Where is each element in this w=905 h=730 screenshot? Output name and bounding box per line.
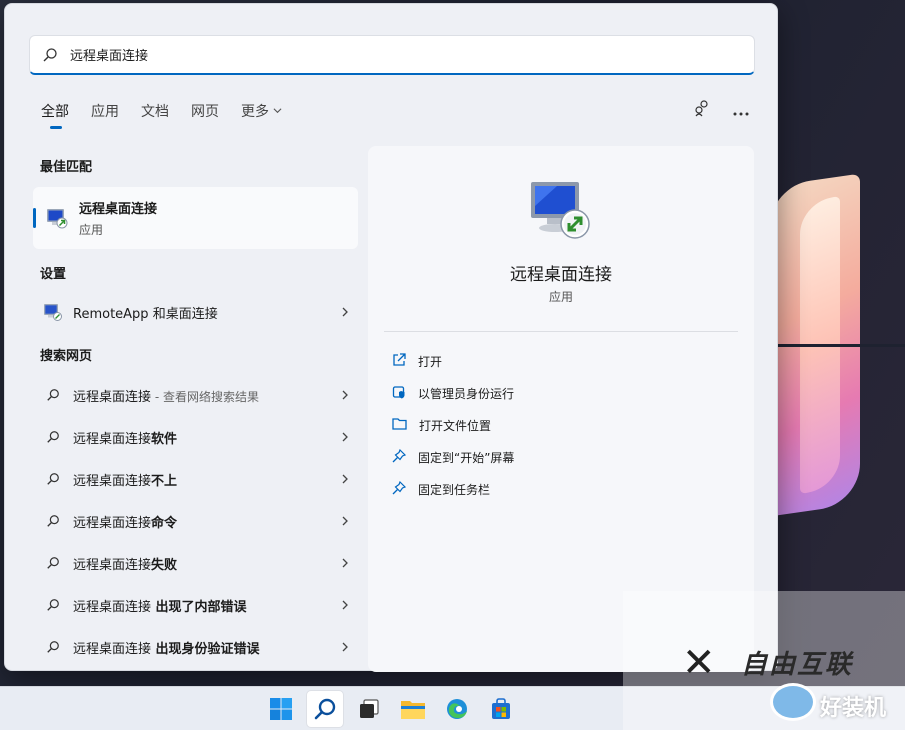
action-run-as-admin[interactable]: 以管理员身份运行 [392, 381, 514, 405]
open-external-icon [392, 352, 406, 370]
action-label: 打开 [418, 354, 443, 369]
web-result-query: 远程桌面连接 [73, 389, 152, 405]
task-view-icon[interactable] [350, 690, 388, 728]
tab-apps[interactable]: 应用 [91, 101, 119, 129]
action-pin-to-taskbar[interactable]: 固定到任务栏 [392, 477, 490, 501]
watermark-logo-icon [770, 683, 816, 721]
accounts-icon[interactable] [693, 99, 711, 121]
search-icon [33, 514, 73, 528]
best-match-item[interactable]: 远程桌面连接 应用 [33, 187, 358, 249]
shield-admin-icon [392, 385, 406, 402]
best-match-type: 应用 [79, 223, 104, 237]
chevron-right-icon [332, 600, 358, 610]
detail-app-name: 远程桌面连接 [510, 265, 612, 285]
section-settings: 设置 [40, 267, 67, 282]
remote-desktop-large-icon [527, 176, 595, 248]
web-result-suggestion: 不上 [151, 473, 178, 489]
chevron-right-icon [332, 642, 358, 652]
filter-tabs: 全部 应用 文档 网页 更多 [41, 101, 304, 129]
web-result-item[interactable]: 远程桌面连接软件 [33, 420, 358, 454]
remoteapp-icon [33, 302, 73, 322]
web-result-query: 远程桌面连接 [73, 641, 152, 657]
action-label: 固定到任务栏 [418, 482, 491, 497]
detail-app-type: 应用 [548, 290, 573, 304]
remote-desktop-icon [37, 206, 77, 230]
search-icon [33, 388, 73, 402]
pin-icon [392, 480, 407, 498]
web-result-suggestion: 出现身份验证错误 [151, 641, 260, 657]
web-result-suggestion: 软件 [151, 431, 178, 447]
web-result-item[interactable]: 远程桌面连接 出现身份验证错误 [33, 630, 358, 664]
search-input[interactable] [70, 47, 670, 62]
action-label: 固定到“开始”屏幕 [418, 450, 515, 465]
web-result-suffix: - 查看网络搜索结果 [151, 389, 259, 404]
web-result-item[interactable]: 远程桌面连接不上 [33, 462, 358, 496]
web-result-suggestion: 出现了内部错误 [151, 599, 247, 615]
pin-icon [392, 448, 407, 466]
divider [384, 331, 738, 332]
chevron-right-icon [332, 390, 358, 400]
chevron-right-icon [332, 307, 358, 317]
windows-start-icon[interactable] [262, 690, 300, 728]
chevron-right-icon [332, 516, 358, 526]
tab-documents[interactable]: 文档 [141, 101, 169, 129]
tab-label: 文档 [141, 104, 169, 120]
chevron-down-icon [273, 103, 282, 119]
web-result-query: 远程桌面连接 [73, 515, 152, 531]
more-options-icon[interactable] [733, 101, 749, 120]
action-pin-to-start[interactable]: 固定到“开始”屏幕 [392, 445, 514, 469]
web-result-item[interactable]: 远程桌面连接失败 [33, 546, 358, 580]
section-web-search: 搜索网页 [40, 349, 93, 364]
search-icon [30, 47, 70, 63]
web-result-item[interactable]: 远程桌面连接 - 查看网络搜索结果 [33, 378, 358, 412]
web-result-query: 远程桌面连接 [73, 473, 152, 489]
chevron-right-icon [332, 432, 358, 442]
settings-item-label: RemoteApp 和桌面连接 [73, 306, 218, 322]
web-result-query: 远程桌面连接 [73, 557, 152, 573]
search-icon[interactable] [306, 690, 344, 728]
watermark-text: 自由互联 [741, 650, 854, 680]
action-open[interactable]: 打开 [392, 349, 442, 373]
tab-web[interactable]: 网页 [191, 101, 219, 129]
tab-label: 更多 [241, 104, 269, 120]
action-label: 以管理员身份运行 [418, 386, 515, 401]
search-icon [33, 472, 73, 486]
file-explorer-icon[interactable] [394, 690, 432, 728]
action-open-file-location[interactable]: 打开文件位置 [392, 413, 491, 437]
wallpaper-line [778, 344, 905, 347]
tab-label: 应用 [91, 104, 119, 120]
web-result-query: 远程桌面连接 [73, 431, 152, 447]
store-icon[interactable] [482, 690, 520, 728]
chevron-right-icon [332, 474, 358, 484]
selection-indicator [33, 208, 36, 228]
web-result-item[interactable]: 远程桌面连接 出现了内部错误 [33, 588, 358, 622]
tab-label: 网页 [191, 104, 219, 120]
web-result-item[interactable]: 远程桌面连接命令 [33, 504, 358, 538]
chevron-right-icon [332, 558, 358, 568]
watermark-text-secondary: 好装机 [820, 696, 887, 721]
tab-more[interactable]: 更多 [241, 101, 282, 129]
web-result-query: 远程桌面连接 [73, 599, 152, 615]
web-result-suggestion: 失败 [151, 557, 178, 573]
edge-browser-icon[interactable] [438, 690, 476, 728]
best-match-title: 远程桌面连接 [79, 202, 158, 217]
settings-item-remoteapp[interactable]: RemoteApp 和桌面连接 [33, 295, 358, 329]
folder-icon [392, 417, 407, 433]
section-best-match: 最佳匹配 [40, 160, 93, 175]
search-box[interactable] [29, 35, 755, 75]
watermark-x-logo: ✕ [682, 640, 716, 686]
action-label: 打开文件位置 [419, 418, 492, 433]
tab-all[interactable]: 全部 [41, 101, 69, 129]
web-result-suggestion: 命令 [151, 515, 178, 531]
search-icon [33, 640, 73, 654]
search-panel: 全部 应用 文档 网页 更多 最佳匹配 远程桌面连接 应用 设置 [4, 3, 778, 672]
search-icon [33, 430, 73, 444]
tab-label: 全部 [41, 104, 69, 120]
header-actions [693, 99, 749, 121]
search-icon [33, 598, 73, 612]
search-icon [33, 556, 73, 570]
